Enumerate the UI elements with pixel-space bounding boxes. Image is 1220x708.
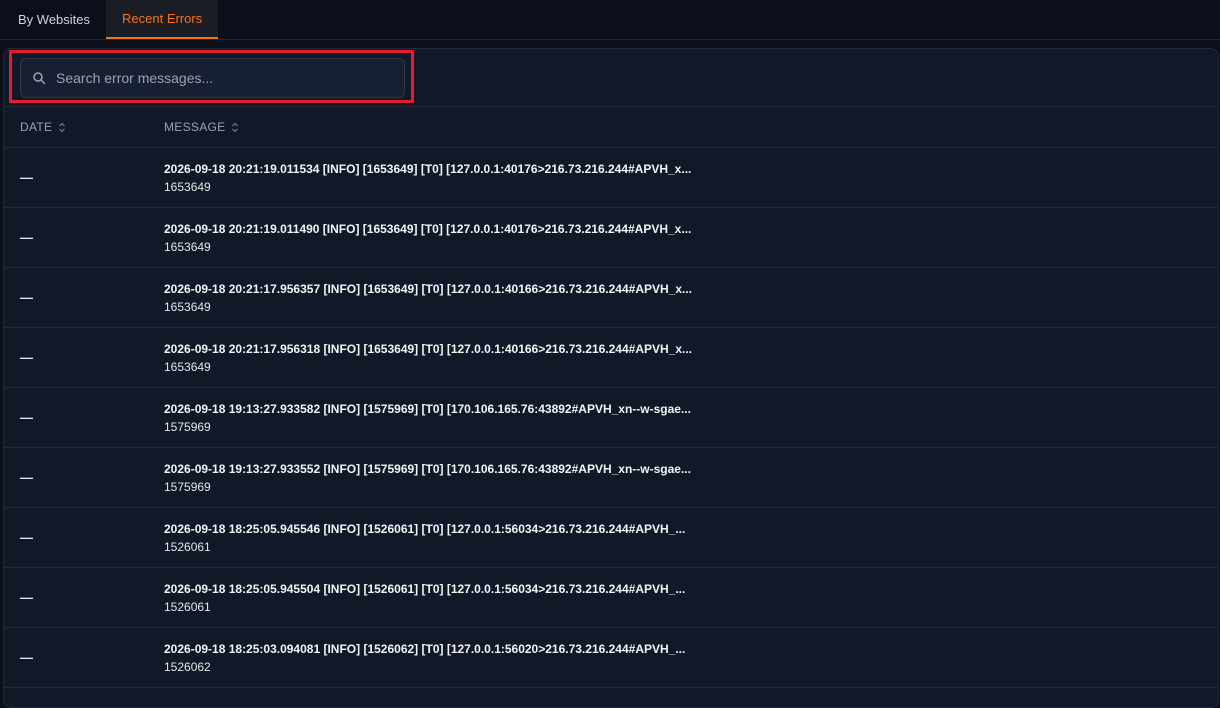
search-toolbar bbox=[4, 49, 1218, 107]
table-row[interactable]: — 2026-09-18 20:21:19.011534 [INFO] [165… bbox=[4, 148, 1218, 208]
message-cell: 2026-09-18 18:25:05.945504 [INFO] [15260… bbox=[164, 581, 734, 617]
table-row[interactable]: — 2026-09-18 20:21:17.956318 [INFO] [165… bbox=[4, 328, 1218, 388]
message-cell: 2026-09-18 19:13:27.933582 [INFO] [15759… bbox=[164, 401, 734, 437]
table-row[interactable]: — 2026-09-18 19:13:27.933582 [INFO] [157… bbox=[4, 388, 1218, 448]
date-cell: — bbox=[20, 470, 33, 485]
message-cell: 2026-09-18 20:21:19.011534 [INFO] [16536… bbox=[164, 161, 734, 197]
table-row[interactable]: — 2026-09-18 18:25:03.094081 [INFO] [152… bbox=[4, 628, 1218, 688]
date-cell: — bbox=[20, 590, 33, 605]
sort-icon bbox=[59, 122, 66, 132]
message-cell: 2026-09-18 20:21:17.956318 [INFO] [16536… bbox=[164, 341, 734, 377]
date-cell: — bbox=[20, 230, 33, 245]
table-body: — 2026-09-18 20:21:19.011534 [INFO] [165… bbox=[4, 148, 1218, 688]
table-row[interactable]: — 2026-09-18 19:13:27.933552 [INFO] [157… bbox=[4, 448, 1218, 508]
process-id: 1653649 bbox=[164, 360, 211, 374]
error-message: 2026-09-18 20:21:19.011490 [INFO] [16536… bbox=[164, 222, 692, 236]
column-header-message-label: MESSAGE bbox=[164, 120, 226, 134]
table-row[interactable]: — 2026-09-18 20:21:17.956357 [INFO] [165… bbox=[4, 268, 1218, 328]
table-row[interactable]: — 2026-09-18 18:25:05.945546 [INFO] [152… bbox=[4, 508, 1218, 568]
table-row[interactable]: — 2026-09-18 20:21:19.011490 [INFO] [165… bbox=[4, 208, 1218, 268]
process-id: 1575969 bbox=[164, 480, 211, 494]
errors-panel: DATE MESSAGE — 2026-09-18 20:21:19.01153… bbox=[3, 48, 1219, 708]
message-cell: 2026-09-18 19:13:27.933552 [INFO] [15759… bbox=[164, 461, 734, 497]
process-id: 1653649 bbox=[164, 240, 211, 254]
search-icon bbox=[33, 72, 46, 85]
date-cell: — bbox=[20, 290, 33, 305]
message-cell: 2026-09-18 20:21:19.011490 [INFO] [16536… bbox=[164, 221, 734, 257]
sort-icon bbox=[232, 122, 239, 132]
column-header-message[interactable]: MESSAGE bbox=[164, 107, 239, 147]
error-message: 2026-09-18 18:25:05.945546 [INFO] [15260… bbox=[164, 522, 686, 536]
error-message: 2026-09-18 20:21:17.956357 [INFO] [16536… bbox=[164, 282, 693, 296]
tab-recent-errors[interactable]: Recent Errors bbox=[106, 0, 219, 39]
date-cell: — bbox=[20, 410, 33, 425]
error-message: 2026-09-18 20:21:17.956318 [INFO] [16536… bbox=[164, 342, 693, 356]
process-id: 1526062 bbox=[164, 660, 211, 674]
process-id: 1575969 bbox=[164, 420, 211, 434]
process-id: 1653649 bbox=[164, 180, 211, 194]
column-header-date-label: DATE bbox=[20, 120, 53, 134]
process-id: 1526061 bbox=[164, 540, 211, 554]
table-row[interactable]: — 2026-09-18 18:25:05.945504 [INFO] [152… bbox=[4, 568, 1218, 628]
error-message: 2026-09-18 18:25:05.945504 [INFO] [15260… bbox=[164, 582, 686, 596]
error-message: 2026-09-18 19:13:27.933552 [INFO] [15759… bbox=[164, 462, 691, 476]
error-message: 2026-09-18 18:25:03.094081 [INFO] [15260… bbox=[164, 642, 686, 656]
error-message: 2026-09-18 19:13:27.933582 [INFO] [15759… bbox=[164, 402, 691, 416]
search-box[interactable] bbox=[20, 58, 405, 98]
date-cell: — bbox=[20, 350, 33, 365]
message-cell: 2026-09-18 18:25:05.945546 [INFO] [15260… bbox=[164, 521, 734, 557]
error-message: 2026-09-18 20:21:19.011534 [INFO] [16536… bbox=[164, 162, 692, 176]
message-cell: 2026-09-18 18:25:03.094081 [INFO] [15260… bbox=[164, 641, 734, 677]
search-input[interactable] bbox=[56, 70, 404, 86]
date-cell: — bbox=[20, 530, 33, 545]
date-cell: — bbox=[20, 170, 33, 185]
table-header: DATE MESSAGE bbox=[4, 107, 1218, 148]
tab-by-websites[interactable]: By Websites bbox=[0, 0, 106, 39]
date-cell: — bbox=[20, 650, 33, 665]
process-id: 1653649 bbox=[164, 300, 211, 314]
column-header-date[interactable]: DATE bbox=[20, 107, 66, 147]
process-id: 1526061 bbox=[164, 600, 211, 614]
message-cell: 2026-09-18 20:21:17.956357 [INFO] [16536… bbox=[164, 281, 734, 317]
tab-bar: By Websites Recent Errors bbox=[0, 0, 1220, 40]
